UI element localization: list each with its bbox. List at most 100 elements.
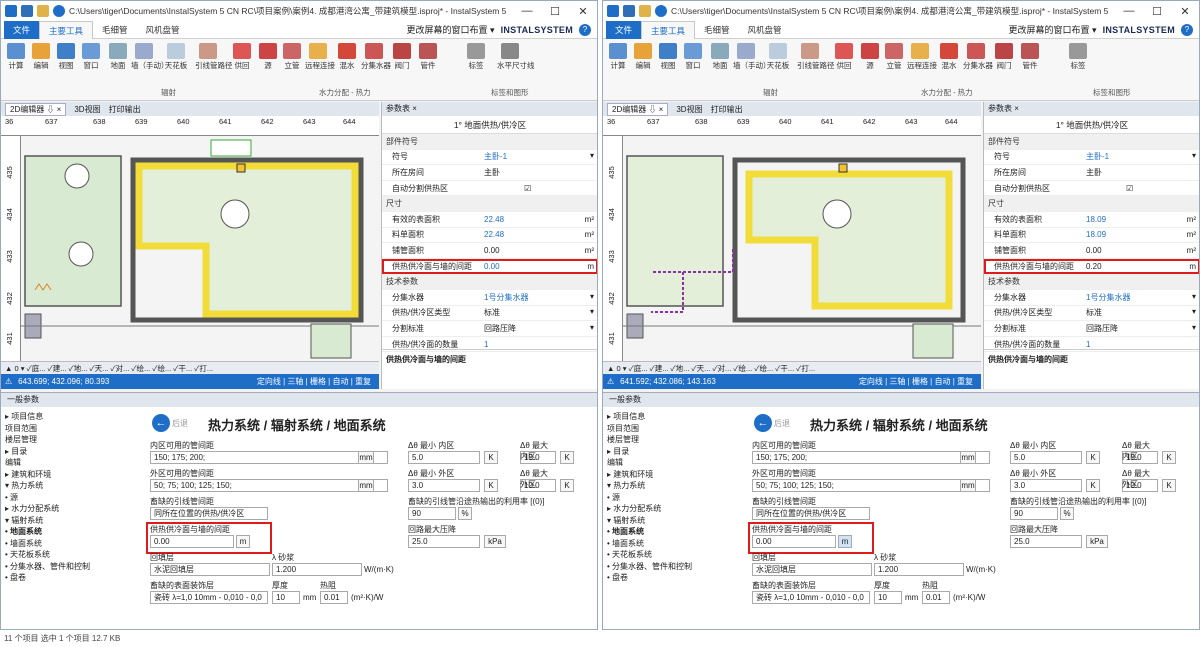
riser-button[interactable]: 立管: [279, 43, 305, 70]
inner-spacing-select[interactable]: 150; 175; 200;: [752, 451, 990, 464]
tree-item[interactable]: 项目范围: [5, 423, 143, 435]
section-symbol[interactable]: 部件符号: [382, 134, 597, 150]
thickness-input[interactable]: 10: [272, 591, 300, 604]
tree-item[interactable]: ▸ 目录: [5, 446, 143, 458]
tree-item[interactable]: ▾ 热力系统: [607, 480, 745, 492]
remote-button[interactable]: 远程连接: [305, 43, 335, 70]
close-icon[interactable]: ✕: [569, 1, 597, 21]
mix-button[interactable]: 混水: [936, 43, 962, 70]
edit-button[interactable]: 编辑: [28, 43, 54, 70]
tab-capillary[interactable]: 毛细管: [93, 21, 137, 39]
prop-wall-gap[interactable]: 供热供冷面与墙的间距 0.00 m: [382, 258, 597, 275]
source-button[interactable]: 源: [857, 43, 883, 70]
prop-bom-area[interactable]: 料单面积 22.48 m²: [382, 228, 597, 244]
minimize-icon[interactable]: —: [513, 1, 541, 21]
tab-3d-view[interactable]: 3D视图: [676, 104, 702, 115]
layer-toolbar[interactable]: ▲ 0 ▾ ✓庭... ✓建... ✓地... ✓天... ✓对... ✓绘..…: [603, 361, 981, 374]
general-params-tab[interactable]: 一般参数: [603, 393, 1199, 407]
dmax-inner-input[interactable]: 15.0: [520, 451, 556, 464]
warning-icon[interactable]: ⚠: [5, 377, 12, 386]
valve-button[interactable]: 阀门: [389, 43, 415, 70]
section-tech[interactable]: 技术参数: [382, 274, 597, 290]
tree-item[interactable]: • 源: [607, 492, 745, 504]
view-button[interactable]: 视图: [53, 43, 79, 70]
prop-wall-gap[interactable]: 供热供冷面与墙的间距 0.20 m: [984, 258, 1199, 275]
cover-select[interactable]: 瓷砖 λ=1,0 10mm - 0,010 - 0,0: [150, 591, 268, 604]
minimize-icon[interactable]: —: [1115, 1, 1143, 21]
tab-fan-coil[interactable]: 风机盘管: [739, 21, 791, 39]
tree-item-floor-system[interactable]: • 地面系统: [5, 526, 143, 538]
back-arrow-icon[interactable]: ←: [754, 414, 772, 432]
warning-icon[interactable]: ⚠: [607, 377, 614, 386]
tab-capillary[interactable]: 毛细管: [695, 21, 739, 39]
snap-options[interactable]: 定向线 | 三轴 | 栅格 | 自动 | 重复: [859, 376, 981, 387]
calculate-button[interactable]: 计算: [605, 43, 631, 70]
floor-button[interactable]: 地面: [707, 43, 733, 70]
tab-3d-view[interactable]: 3D视图: [74, 104, 100, 115]
fill-select[interactable]: 水泥回填层: [150, 563, 270, 576]
prop-zone-type[interactable]: 供热/供冷区类型 标准 ▾: [382, 306, 597, 322]
prop-split-std[interactable]: 分割标准 回路压降 ▾: [382, 321, 597, 337]
prop-zone-type[interactable]: 供热/供冷区类型 标准 ▾: [984, 306, 1199, 322]
tree-item[interactable]: ▾ 辐射系统: [5, 515, 143, 527]
tree-item[interactable]: 楼层管理: [5, 434, 143, 446]
tab-2d-editor[interactable]: 2D编辑器 ⇩ ×: [607, 102, 669, 116]
tab-main-tools[interactable]: 主要工具: [641, 20, 696, 39]
tree-item[interactable]: ▸ 水力分配系统: [607, 503, 745, 515]
dmin-inner-input[interactable]: 5.0: [1010, 451, 1082, 464]
tab-file[interactable]: 文件: [606, 20, 642, 39]
thickness-input[interactable]: 10: [874, 591, 902, 604]
tree-item[interactable]: • 墙面系统: [5, 538, 143, 550]
inner-spacing-select[interactable]: 150; 175; 200;: [150, 451, 388, 464]
supply-return-button[interactable]: 供回: [229, 43, 255, 70]
section-size[interactable]: 尺寸: [984, 196, 1199, 212]
prop-pipe-area[interactable]: 铺管面积 0.00 m²: [382, 243, 597, 259]
pressure-input[interactable]: 25.0: [408, 535, 480, 548]
dmax-inner-input[interactable]: 15.0: [1122, 451, 1158, 464]
tree-item[interactable]: • 盘卷: [607, 572, 745, 584]
tree-item[interactable]: • 天花板系统: [607, 549, 745, 561]
prop-auto-split[interactable]: 自动分割供热区 ☑: [984, 181, 1199, 197]
dmin-outer-input[interactable]: 3.0: [1010, 479, 1082, 492]
tree-item[interactable]: • 墙面系统: [607, 538, 745, 550]
tree-item[interactable]: • 盘卷: [5, 572, 143, 584]
lead-path-button[interactable]: 引线管路径: [797, 43, 835, 70]
supply-return-button[interactable]: 供回: [831, 43, 857, 70]
tab-file[interactable]: 文件: [4, 20, 40, 39]
section-symbol[interactable]: 部件符号: [984, 134, 1199, 150]
tree-item[interactable]: ▸ 项目信息: [5, 411, 143, 423]
prop-symbol[interactable]: 符号 主卧-1 ▾: [382, 150, 597, 166]
tree-item[interactable]: • 分集水器、管件和控制: [607, 561, 745, 573]
tree-item[interactable]: ▸ 水力分配系统: [5, 503, 143, 515]
wall-button[interactable]: 墙（手动）: [131, 43, 169, 70]
cover-select[interactable]: 瓷砖 λ=1,0 10mm - 0,010 - 0,0: [752, 591, 870, 604]
lead-path-button[interactable]: 引线管路径: [195, 43, 233, 70]
save-icon[interactable]: [623, 5, 635, 17]
outer-spacing-select[interactable]: 50; 75; 100; 125; 150;: [752, 479, 990, 492]
props-tab[interactable]: 参数表 ×: [984, 102, 1199, 116]
tree-item[interactable]: 编辑: [607, 457, 745, 469]
help-icon[interactable]: ?: [579, 23, 591, 36]
help-icon[interactable]: [655, 5, 667, 17]
window-button[interactable]: 窗口: [78, 43, 104, 70]
fitting-button[interactable]: 管件: [1017, 43, 1043, 70]
tab-2d-editor[interactable]: 2D编辑器 ⇩ ×: [5, 102, 67, 116]
label-button[interactable]: 标签: [1065, 43, 1091, 70]
edit-button[interactable]: 编辑: [630, 43, 656, 70]
dimension-button[interactable]: 水平尺寸线: [497, 43, 535, 70]
tree-item[interactable]: ▸ 项目信息: [607, 411, 745, 423]
tab-print[interactable]: 打印输出: [109, 104, 141, 115]
prop-bom-area[interactable]: 料单面积 18.09 m²: [984, 228, 1199, 244]
section-tech[interactable]: 技术参数: [984, 274, 1199, 290]
prop-pipe-area[interactable]: 铺管面积 0.00 m²: [984, 243, 1199, 259]
tree-item-floor-system[interactable]: • 地面系统: [607, 526, 745, 538]
tree-item[interactable]: 项目范围: [607, 423, 745, 435]
fitting-button[interactable]: 管件: [415, 43, 441, 70]
layout-menu[interactable]: 更改屏幕的窗口布置 ▾: [1009, 23, 1097, 36]
dmin-outer-input[interactable]: 3.0: [408, 479, 480, 492]
resistance-input[interactable]: 0.01: [922, 591, 950, 604]
valve-button[interactable]: 阀门: [991, 43, 1017, 70]
tree-item[interactable]: 编辑: [5, 457, 143, 469]
manifold-button[interactable]: 分集水器: [963, 43, 993, 70]
source-button[interactable]: 源: [255, 43, 281, 70]
